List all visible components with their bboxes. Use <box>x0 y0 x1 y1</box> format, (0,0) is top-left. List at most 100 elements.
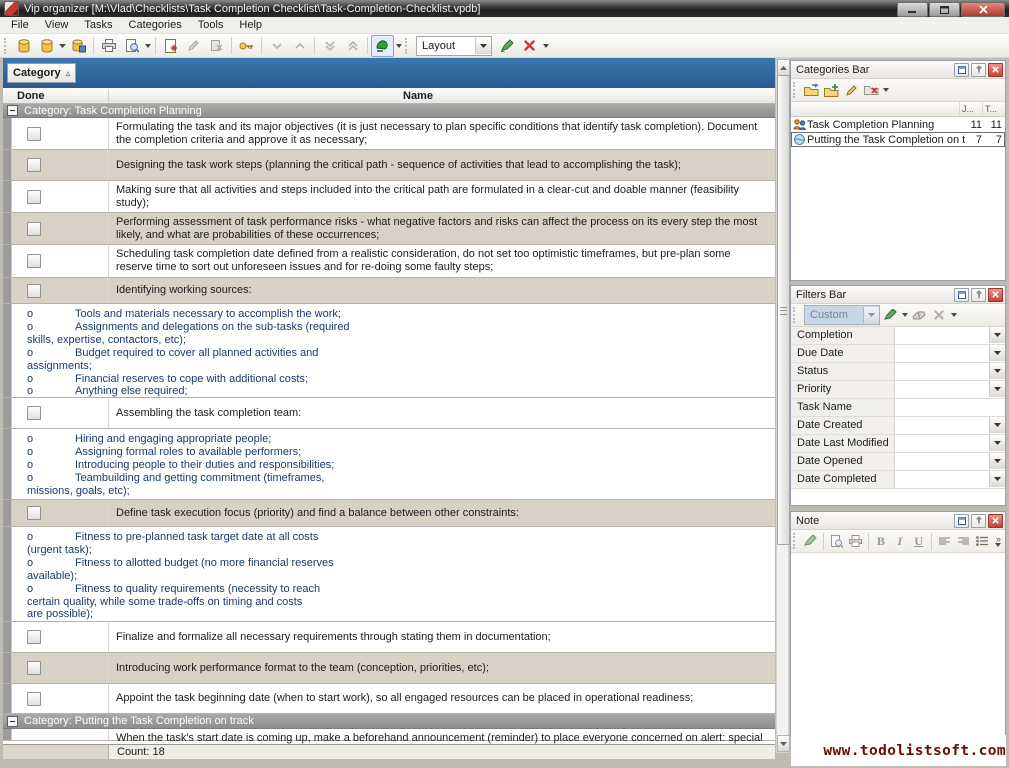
delete-layout-icon[interactable] <box>518 35 541 57</box>
toolbar-overflow-icon[interactable] <box>541 37 550 55</box>
preview-note-icon[interactable] <box>827 532 846 551</box>
delete-filter-icon[interactable] <box>929 306 949 325</box>
close-button[interactable] <box>961 2 1005 17</box>
table-row-bullets[interactable]: oHiring and engaging appropriate people;… <box>3 429 775 500</box>
dropdown-icon[interactable] <box>989 435 1005 451</box>
task-checkbox[interactable] <box>27 284 41 298</box>
apply-layout-icon[interactable] <box>495 35 518 57</box>
collapse-icon[interactable] <box>7 716 18 727</box>
clear-filter-icon[interactable] <box>909 306 929 325</box>
open-database-icon[interactable] <box>35 35 58 57</box>
dropdown-icon[interactable] <box>989 471 1005 487</box>
italic-icon[interactable]: I <box>890 532 909 551</box>
filter-value-date-opened[interactable] <box>895 453 1005 470</box>
panel-pin-button[interactable] <box>971 514 986 528</box>
task-checkbox[interactable] <box>27 127 41 141</box>
filter-value-date-completed[interactable] <box>895 471 1005 488</box>
table-row-bullets[interactable]: oTools and materials necessary to accomp… <box>3 304 775 398</box>
note-overflow-icon[interactable]: » <box>992 535 1005 547</box>
task-checkbox[interactable] <box>27 506 41 520</box>
panel-close-button[interactable] <box>988 514 1003 528</box>
menu-tasks[interactable]: Tasks <box>76 18 120 32</box>
table-row[interactable]: When the task's start date is coming up,… <box>3 729 775 741</box>
task-checkbox[interactable] <box>27 661 41 675</box>
panel-close-button[interactable] <box>988 288 1003 302</box>
collapse-icon[interactable] <box>7 105 18 116</box>
panel-close-button[interactable] <box>988 63 1003 77</box>
bullet-list-icon[interactable] <box>973 532 992 551</box>
table-row[interactable]: Making sure that all activities and step… <box>3 181 775 213</box>
scroll-up-icon[interactable] <box>777 59 790 76</box>
menu-view[interactable]: View <box>37 18 77 32</box>
dropdown-icon[interactable] <box>989 417 1005 433</box>
task-checkbox[interactable] <box>27 630 41 644</box>
table-row[interactable]: Assembling the task completion team: <box>3 398 775 429</box>
table-row[interactable]: Designing the task work steps (planning … <box>3 150 775 181</box>
align-right-icon[interactable] <box>954 532 973 551</box>
panel-pin-button[interactable] <box>971 63 986 77</box>
open-database-dropdown-icon[interactable] <box>58 37 67 55</box>
dropdown-icon[interactable] <box>989 363 1005 379</box>
bold-icon[interactable]: B <box>871 532 890 551</box>
table-row[interactable]: Appoint the task beginning date (when to… <box>3 684 775 714</box>
move-down-icon[interactable] <box>265 35 288 57</box>
task-checkbox[interactable] <box>27 222 41 236</box>
table-row[interactable]: Finalize and formalize all necessary req… <box>3 622 775 653</box>
filter-value-date-created[interactable] <box>895 417 1005 434</box>
print-preview-icon[interactable] <box>120 35 143 57</box>
apply-filter-dropdown-icon[interactable] <box>900 306 909 324</box>
grid-scrollbar[interactable] <box>776 58 789 753</box>
layout-combobox[interactable]: Layout <box>416 36 492 56</box>
minimize-button[interactable] <box>897 2 928 17</box>
group-by-category-button[interactable]: Category ▵ <box>7 63 76 83</box>
menu-help[interactable]: Help <box>231 18 270 32</box>
menu-tools[interactable]: Tools <box>190 18 232 32</box>
category-item-selected[interactable]: Putting the Task Completion on track 7 7 <box>791 132 1005 147</box>
table-row[interactable]: Define task execution focus (priority) a… <box>3 500 775 527</box>
underline-icon[interactable]: U <box>909 532 928 551</box>
highlight-lamp-icon[interactable] <box>371 35 394 57</box>
filter-value-date-last-modified[interactable] <box>895 435 1005 452</box>
task-checkbox[interactable] <box>27 190 41 204</box>
save-database-icon[interactable] <box>67 35 90 57</box>
task-checkbox[interactable] <box>27 692 41 706</box>
table-row-bullets[interactable]: oFitness to pre-planned task target date… <box>3 527 775 622</box>
apply-filter-icon[interactable] <box>880 306 900 325</box>
apply-note-icon[interactable] <box>801 532 820 551</box>
panel-restore-button[interactable] <box>954 63 969 77</box>
filter-value-due-date[interactable] <box>895 345 1005 362</box>
toolbar-grip[interactable] <box>793 82 797 98</box>
print-note-icon[interactable] <box>846 532 865 551</box>
filter-value-status[interactable] <box>895 363 1005 380</box>
panel-restore-button[interactable] <box>954 288 969 302</box>
task-checkbox[interactable] <box>27 254 41 268</box>
menu-categories[interactable]: Categories <box>121 18 190 32</box>
delete-category-icon[interactable] <box>861 81 881 100</box>
task-checkbox[interactable] <box>27 158 41 172</box>
filter-value-task-name[interactable] <box>895 399 1005 416</box>
categories-column-1[interactable]: J... <box>959 102 982 116</box>
table-row[interactable]: Formulating the task and its major objec… <box>3 118 775 150</box>
move-up-icon[interactable] <box>288 35 311 57</box>
filter-value-completion[interactable] <box>895 327 1005 344</box>
panel-pin-button[interactable] <box>971 288 986 302</box>
task-checkbox[interactable] <box>27 406 41 420</box>
panel-restore-button[interactable] <box>954 514 969 528</box>
toolbar-grip[interactable] <box>793 533 797 549</box>
toolbar-grip[interactable] <box>793 307 797 323</box>
filter-preset-dropdown-icon[interactable] <box>863 307 879 323</box>
delete-task-icon[interactable] <box>205 35 228 57</box>
move-to-bottom-icon[interactable] <box>318 35 341 57</box>
dropdown-icon[interactable] <box>989 381 1005 397</box>
move-to-top-icon[interactable] <box>341 35 364 57</box>
maximize-button[interactable] <box>929 2 960 17</box>
key-icon[interactable] <box>235 35 258 57</box>
edit-task-icon[interactable] <box>182 35 205 57</box>
categories-column-2[interactable]: T... <box>982 102 1005 116</box>
filter-preset-combobox[interactable]: Custom <box>804 305 880 325</box>
table-row[interactable]: Scheduling task completion date defined … <box>3 245 775 278</box>
print-icon[interactable] <box>97 35 120 57</box>
dropdown-icon[interactable] <box>989 453 1005 469</box>
edit-category-icon[interactable] <box>841 81 861 100</box>
new-category-icon[interactable] <box>801 81 821 100</box>
